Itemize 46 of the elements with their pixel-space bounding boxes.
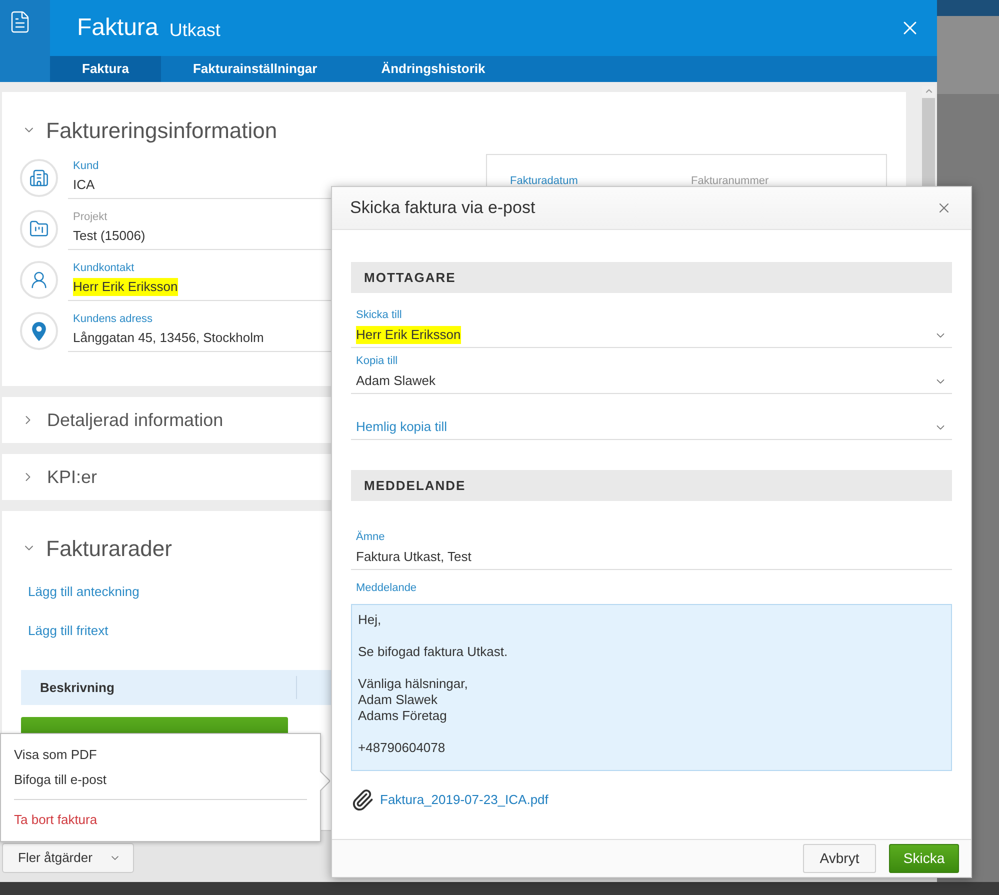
message-field[interactable]: Hej, Se bifogad faktura Utkast. Vänliga hälsningar, Adam Slawek Adams Företag +48790604078	[351, 604, 952, 771]
section-title[interactable]: Detaljerad information	[47, 406, 224, 434]
text-field[interactable]: Faktura Utkast, Test	[351, 548, 952, 570]
section-title[interactable]: KPI:er	[47, 464, 98, 490]
paperclip-icon	[351, 788, 374, 812]
add-link[interactable]: Lägg till fritext	[28, 622, 108, 640]
add-link[interactable]: Lägg till anteckning	[28, 583, 140, 601]
select-field[interactable]: Hemlig kopia till	[351, 418, 952, 440]
select-field[interactable]: Adam Slawek	[351, 372, 952, 394]
field-value: ICA	[73, 176, 95, 194]
menu-item[interactable]: Bifoga till e-post	[14, 767, 307, 792]
tab[interactable]: Fakturainställningar	[160, 56, 350, 82]
section-heading: MEDDELANDE	[351, 470, 952, 501]
field-label: Projekt	[73, 210, 108, 224]
send-button[interactable]: Skicka	[889, 844, 959, 873]
dialog-title: Skicka faktura via e-post	[350, 197, 536, 220]
buildings-icon	[20, 159, 58, 197]
tab[interactable]: Ändringshistorik	[349, 56, 518, 82]
field-label: Kopia till	[356, 354, 398, 368]
cancel-button[interactable]: Avbryt	[803, 844, 876, 873]
field-label: Kund	[73, 159, 99, 173]
person-icon	[20, 261, 58, 299]
map-pin-icon	[20, 312, 58, 350]
field-label: Kundens adress	[73, 312, 152, 326]
status-label: Utkast	[169, 18, 220, 40]
select-field[interactable]: Herr Erik Eriksson	[351, 326, 952, 348]
field-value: Långgatan 45, 13456, Stockholm	[73, 329, 264, 347]
column-header: Beskrivning	[40, 680, 114, 694]
field-label: Fakturadatum	[510, 175, 578, 187]
folder-icon	[20, 210, 58, 248]
field-label: Skicka till	[356, 308, 402, 322]
field-label: Kundkontakt	[73, 261, 134, 275]
menu-item[interactable]: Ta bort faktura	[14, 807, 307, 832]
window-title: Faktura	[77, 14, 158, 42]
field-label: Ämne	[356, 530, 385, 544]
field-value: Test (15006)	[73, 227, 146, 245]
more-actions-button[interactable]: Fler åtgärder	[2, 843, 134, 873]
tab[interactable]: Faktura	[50, 56, 161, 82]
section-heading: MOTTAGARE	[351, 262, 952, 293]
field-label: Meddelande	[356, 581, 417, 595]
field-value: Herr Erik Eriksson	[73, 278, 178, 296]
menu-item[interactable]: Visa som PDF	[14, 742, 307, 767]
attachment-link[interactable]: Faktura_2019-07-23_ICA.pdf	[380, 790, 548, 810]
section-title: Fakturarader	[46, 534, 172, 562]
section-title: Faktureringsinformation	[46, 116, 278, 145]
field-label: Fakturanummer	[691, 175, 769, 187]
